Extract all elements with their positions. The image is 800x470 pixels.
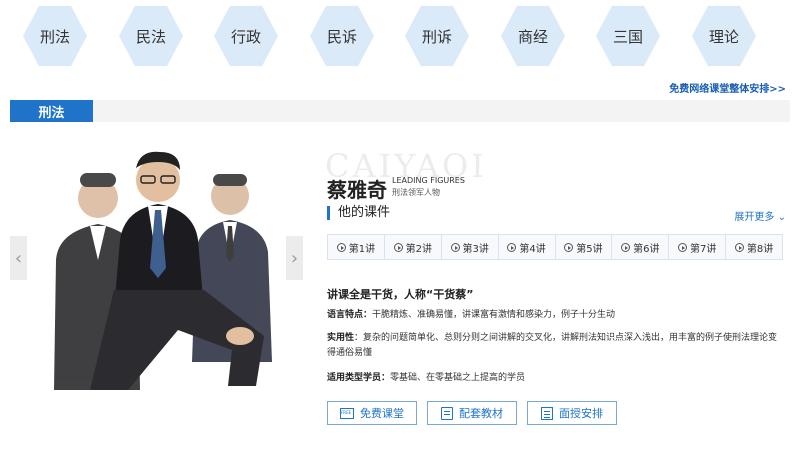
lecture-label: 第5讲 (576, 243, 603, 255)
play-icon (734, 242, 744, 252)
target-audience-text: 零基础、在零基础之上提高的学员 (390, 373, 526, 383)
nav-item-administrative[interactable]: 行政 (214, 5, 278, 67)
practicality: 实用性：复杂的问题简单化、总则分则之间讲解的交叉化，讲解刑法知识点深入浅出，用丰… (327, 331, 785, 361)
nav-item-label: 商经 (517, 27, 548, 46)
lecture-item-6[interactable]: 第6讲 (612, 235, 670, 259)
nav-item-theory[interactable]: 理论 (692, 5, 756, 67)
teacher-tagline: 讲课全是干货，人称“干货蔡” (327, 288, 474, 301)
target-audience-label: 适用类型学员： (327, 373, 391, 383)
teacher-name: 蔡雅奇 (327, 178, 387, 202)
nav-item-label: 行政 (230, 27, 261, 46)
lecture-item-1[interactable]: 第1讲 (328, 235, 385, 259)
chevron-right-icon: › (290, 247, 299, 269)
lecture-label: 第1讲 (348, 243, 376, 255)
target-audience: 适用类型学员：零基础、在零基础之上提高的学员 (327, 371, 785, 386)
lecture-label: 第3讲 (462, 243, 489, 255)
free-monitor-icon (340, 407, 354, 419)
play-icon (507, 242, 517, 252)
section-bar: 刑法 (10, 100, 790, 122)
teacher-title-cn: 刑法领军人物 (392, 188, 440, 197)
schedule-button[interactable]: 面授安排 (527, 401, 617, 425)
free-class-label: 免费课堂 (360, 407, 404, 420)
nav-item-label: 民法 (135, 27, 166, 46)
language-style: 语言特点：干脆精炼、准确易懂，讲课富有激情和感染力，例子十分生动 (327, 308, 785, 323)
lecture-item-3[interactable]: 第3讲 (442, 235, 499, 259)
practicality-text: ：复杂的问题简单化、总则分则之间讲解的交叉化，讲解刑法知识点深入浅出，用丰富的例… (327, 333, 778, 358)
play-icon (564, 242, 574, 252)
subject-nav: 刑法 民法 行政 民诉 刑诉 商经 三国 理论 (23, 4, 783, 68)
lecture-label: 第2讲 (405, 243, 432, 255)
nav-item-civil-law[interactable]: 民法 (119, 5, 183, 67)
lecture-label: 第4讲 (519, 243, 546, 255)
play-icon (678, 242, 687, 252)
carousel-next-button[interactable]: › (286, 236, 303, 280)
practicality-label: 实用性 (327, 333, 355, 343)
free-schedule-link[interactable]: 免费网络课堂整体安排>> (669, 80, 786, 95)
nav-item-criminal-procedure[interactable]: 刑诉 (405, 5, 469, 67)
nav-item-label: 刑法 (39, 27, 70, 46)
language-style-label: 语言特点： (327, 310, 373, 320)
schedule-label: 面授安排 (559, 407, 603, 420)
play-icon (393, 242, 403, 252)
lecture-item-4[interactable]: 第4讲 (499, 235, 556, 259)
teacher-photo (54, 151, 272, 390)
expand-more-link[interactable]: 展开更多 ⌄ (734, 208, 786, 223)
nav-item-label: 三国 (612, 27, 643, 46)
lecture-label: 第7讲 (690, 243, 717, 255)
nav-item-label: 民诉 (326, 27, 357, 46)
section-tab-criminal-law[interactable]: 刑法 (10, 100, 93, 122)
nav-item-criminal-law[interactable]: 刑法 (23, 5, 87, 67)
lecture-item-7[interactable]: 第7讲 (669, 235, 727, 259)
chevron-down-icon: ⌄ (777, 212, 786, 223)
lecture-item-8[interactable]: 第8讲 (726, 235, 782, 259)
nav-item-label: 刑诉 (421, 27, 452, 46)
carousel-prev-button[interactable]: ‹ (10, 236, 27, 280)
book-icon (441, 406, 453, 420)
schedule-list-icon (541, 406, 553, 420)
teacher-title-en: LEADING FIGURES (392, 176, 465, 185)
play-icon (621, 242, 631, 252)
language-style-text: 干脆精炼、准确易懂，讲课富有激情和感染力，例子十分生动 (372, 310, 616, 320)
nav-item-commercial[interactable]: 商经 (501, 5, 565, 67)
lecture-list: 第1讲 第2讲 第3讲 第4讲 第5讲 第6讲 第7讲 第8讲 (327, 234, 783, 260)
chevron-left-icon: ‹ (14, 247, 23, 269)
free-class-button[interactable]: 免费课堂 (327, 401, 417, 425)
lecture-item-2[interactable]: 第2讲 (385, 235, 442, 259)
play-icon (450, 242, 460, 252)
courses-heading: 他的课件 (327, 206, 390, 220)
lecture-item-5[interactable]: 第5讲 (556, 235, 613, 259)
nav-item-civil-procedure[interactable]: 民诉 (310, 5, 374, 67)
lecture-label: 第6讲 (633, 243, 660, 255)
lecture-label: 第8讲 (746, 243, 774, 255)
materials-button[interactable]: 配套教材 (427, 401, 517, 425)
expand-more-label: 展开更多 (734, 212, 775, 223)
materials-label: 配套教材 (459, 407, 503, 420)
play-icon (336, 242, 346, 252)
nav-item-international[interactable]: 三国 (596, 5, 660, 67)
nav-item-label: 理论 (708, 27, 739, 46)
